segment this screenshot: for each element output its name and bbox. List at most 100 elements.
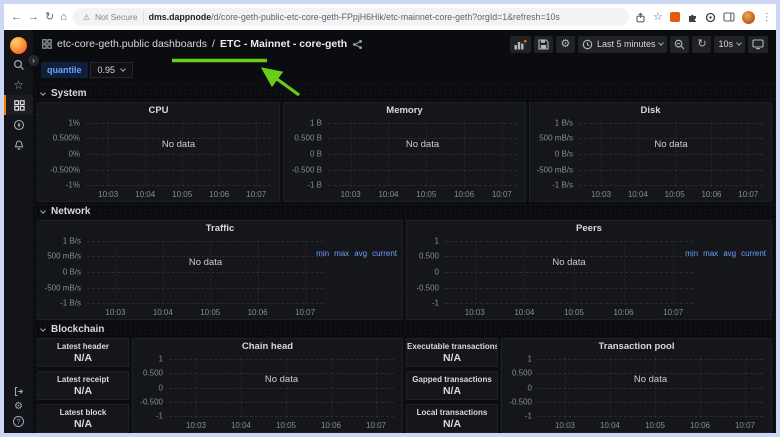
stat-value: N/A: [38, 417, 128, 432]
legend-item-min[interactable]: min: [316, 249, 329, 258]
refresh-dashboard-button[interactable]: ↻: [692, 36, 711, 53]
h-gridline: [86, 154, 271, 155]
sidebar-item-dashboards[interactable]: [4, 95, 33, 115]
variable-value-select[interactable]: 0.95: [90, 62, 134, 78]
sidebar-item-explore[interactable]: [4, 115, 33, 135]
stat-title[interactable]: Local transactions: [407, 405, 497, 417]
grafana-logo[interactable]: [4, 35, 33, 55]
v-gridline: [145, 121, 146, 187]
dashboard-header: etc-core-geth.public dashboards / ETC - …: [33, 30, 776, 58]
panel-title[interactable]: Traffic: [38, 221, 402, 236]
side-panel-icon[interactable]: [723, 11, 735, 23]
panel-title[interactable]: Chain head: [133, 339, 402, 354]
time-picker-button[interactable]: Last 5 minutes: [578, 36, 668, 53]
h-gridline: [579, 123, 763, 124]
puzzle-extensions-icon[interactable]: [687, 12, 698, 23]
panel-peers: Peers10.5000-0.500-1No data10:0310:0410:…: [406, 220, 772, 320]
v-gridline: [502, 121, 503, 187]
legend-item-current[interactable]: current: [741, 249, 766, 258]
grafana-sidebar: ☆ ⚙ ?: [4, 30, 33, 433]
panel-title[interactable]: Transaction pool: [502, 339, 771, 354]
legend-item-avg[interactable]: avg: [723, 249, 736, 258]
x-tick-label: 10:05: [416, 190, 436, 199]
sidebar-item-starred[interactable]: ☆: [4, 75, 33, 95]
refresh-interval-select[interactable]: 10s: [714, 36, 745, 53]
panel-title[interactable]: Memory: [284, 103, 525, 118]
row-header-system[interactable]: System: [37, 86, 772, 101]
y-tick-label: 0.500: [512, 369, 532, 378]
h-gridline: [328, 123, 517, 124]
legend-item-current[interactable]: current: [372, 249, 397, 258]
adblock-extension-icon[interactable]: [670, 12, 680, 22]
forward-icon[interactable]: →: [28, 12, 39, 23]
panel-title[interactable]: CPU: [38, 103, 279, 118]
legend-item-min[interactable]: min: [685, 249, 698, 258]
breadcrumb-folder[interactable]: etc-core-geth.public dashboards: [57, 38, 207, 50]
v-gridline: [700, 357, 701, 418]
sidebar-item-alerting[interactable]: [4, 135, 33, 155]
v-gridline: [351, 121, 352, 187]
panel-title[interactable]: Peers: [407, 221, 771, 236]
url-host: dms.dappnode: [149, 12, 212, 22]
legend-item-max[interactable]: max: [703, 249, 718, 258]
url-bar[interactable]: ⚠ Not Secure dms.dappnode/d/core-geth-pu…: [73, 8, 629, 26]
share-dashboard-icon[interactable]: [352, 39, 363, 50]
extension-circle-icon[interactable]: [705, 12, 716, 23]
y-tick-label: -0.500: [140, 397, 163, 406]
stat-title[interactable]: Latest block: [38, 405, 128, 417]
v-gridline: [163, 239, 164, 305]
not-secure-label: Not Secure: [95, 12, 138, 22]
panel-title[interactable]: Disk: [530, 103, 771, 118]
y-tick-label: -0.500: [416, 283, 439, 292]
sidebar-item-help[interactable]: ?: [4, 414, 33, 429]
stat-title[interactable]: Latest header: [38, 339, 128, 351]
add-panel-button[interactable]: [510, 36, 531, 53]
share-page-icon[interactable]: [635, 12, 646, 23]
breadcrumb-dashboard-title[interactable]: ETC - Mainnet - core-geth: [220, 38, 347, 50]
stat-title[interactable]: Gapped transactions: [407, 372, 497, 384]
x-tick-label: 10:05: [665, 190, 685, 199]
y-tick-label: -1%: [66, 181, 80, 190]
panel-body: 10.5000-0.500-1No data10:0310:0410:0510:…: [133, 354, 402, 432]
h-gridline: [445, 303, 693, 304]
zoom-out-time-button[interactable]: [670, 36, 689, 53]
home-icon[interactable]: ⌂: [60, 12, 67, 23]
reload-icon[interactable]: ↻: [45, 12, 54, 23]
legend-item-max[interactable]: max: [334, 249, 349, 258]
back-icon[interactable]: ←: [11, 12, 22, 23]
sidebar-expand-button[interactable]: ›: [27, 54, 40, 67]
v-gridline: [748, 121, 749, 187]
bookmark-star-icon[interactable]: ☆: [653, 12, 663, 23]
row-header-network[interactable]: Network: [37, 204, 772, 219]
y-tick-label: 1 B/s: [63, 236, 81, 245]
dashboard-scroll-area[interactable]: System CPU1%0.500%0%-0.500%-1%No data10:0…: [33, 82, 776, 433]
profile-avatar[interactable]: [742, 11, 755, 24]
x-tick-label: 10:04: [514, 308, 534, 317]
panel-body: 1%0.500%0%-0.500%-1%No data10:0310:0410:…: [38, 118, 279, 201]
h-gridline: [86, 123, 271, 124]
x-tick-label: 10:07: [295, 308, 315, 317]
stat-title[interactable]: Executable transactions: [407, 339, 497, 351]
h-gridline: [86, 185, 271, 186]
plot-area: No data10:0310:0410:0510:0610:07: [445, 239, 693, 305]
v-gridline: [745, 357, 746, 418]
browser-menu-icon[interactable]: ⋮: [762, 12, 772, 23]
variable-value: 0.95: [98, 65, 116, 75]
legend-item-avg[interactable]: avg: [354, 249, 367, 258]
cycle-view-mode-button[interactable]: [748, 36, 768, 53]
y-tick-label: -1 B/s: [552, 181, 573, 190]
dashboard-settings-button[interactable]: ⚙: [556, 36, 575, 53]
x-tick-label: 10:06: [701, 190, 721, 199]
stat-title[interactable]: Latest receipt: [38, 372, 128, 384]
sidebar-item-server-admin[interactable]: ⚙: [4, 399, 33, 414]
h-gridline: [538, 402, 763, 403]
time-range-label: Last 5 minutes: [597, 39, 656, 49]
v-gridline: [711, 121, 712, 187]
v-gridline: [655, 357, 656, 418]
y-tick-label: 1 B: [310, 118, 322, 127]
row-header-blockchain[interactable]: Blockchain: [37, 322, 772, 337]
save-dashboard-button[interactable]: [534, 36, 553, 53]
sidebar-item-sign-in[interactable]: [4, 384, 33, 399]
v-gridline: [475, 239, 476, 305]
gear-icon: ⚙: [14, 402, 23, 412]
